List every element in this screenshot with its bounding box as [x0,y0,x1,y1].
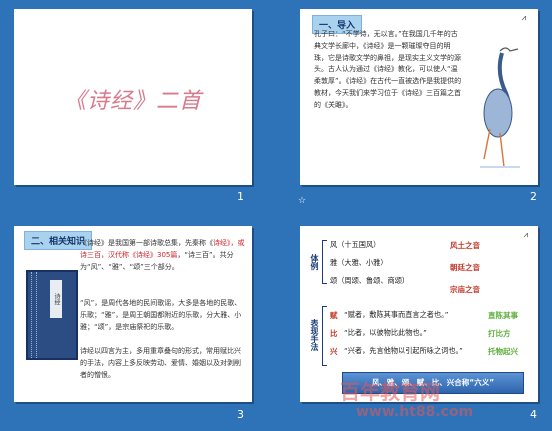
method-text: “赋者，敷陈其事而直言之者也。” [344,310,449,319]
genre-tag: 朝廷之音 [450,263,480,272]
knowledge-paragraph-3: 诗经以四言为主，多用重章叠句的形式，常用赋比兴的手法，内容上多反映劳动、爱情、婚… [80,347,241,379]
method-tag: 托物起兴 [488,347,518,356]
knowledge-paragraph-1: 《诗经》是我国第一部诗歌总集，先秦称《诗经》，或诗三百，汉代称《诗经》305篇，… [80,238,246,273]
genre-row: 雅（大雅、小雅） [330,258,388,267]
brace [322,240,327,284]
method-tag: 直陈其事 [488,311,518,320]
method-key: 比 [330,329,338,338]
slide-number: 4 [530,408,537,421]
knowledge-paragraph-2: “风”，是周代各地的民间歌谣，大多是各地的民歌、乐歌；“雅”，是周王朝国都附近的… [80,299,242,331]
genre-row: 风（十五国风） [330,240,381,249]
genre-row: 颂（周颂、鲁颂、商颂） [330,276,410,285]
genre-tag: 风土之音 [450,241,480,250]
intro-paragraph: 孔子曰：“不学诗，无以言。”在我国几千年的古典文学长廊中，《诗经》是一颗璀璨夺目… [314,30,462,109]
method-key: 赋 [330,311,338,320]
slide-3-thumbnail[interactable]: 二、相关知识 诗经 《诗经》是我国第一部诗歌总集，先秦称《诗经》，或诗三百，汉代… [14,226,252,402]
watermark-logo: 百年教育网 [340,380,440,404]
category-label: 体例 [310,254,319,270]
slide-title: 《诗经》二首 [63,89,202,114]
text-run: 《诗经》是我国第一部诗歌总集，先秦称《 [80,239,213,247]
slide-number: 2 [530,190,537,203]
book-illustration: 诗经 [26,270,78,360]
watermark-url: www.ht88.com [356,404,474,420]
book-binding [31,272,37,358]
book-label: 诗经 [50,280,62,318]
slide-number: 3 [237,408,244,421]
method-text: “兴者，先言他物以引起所咏之词也。” [344,346,463,355]
slide-1-thumbnail[interactable]: 《诗经》二首 [14,9,252,185]
slide-number: 1 [237,190,244,203]
brace [322,306,327,366]
method-key: 兴 [330,347,338,356]
star-icon: ☆ [298,196,307,206]
method-text: “比者，以彼物比此物也。” [344,328,427,337]
genre-tag: 宗庙之音 [450,285,480,294]
category-label: 表现手法 [310,319,319,351]
method-tag: 打比方 [488,329,511,338]
bird-icon: ⩘ [521,13,526,22]
slide-2-thumbnail[interactable]: 一、导入 孔子曰：“不学诗，无以言。”在我国几千年的古典文学长廊中，《诗经》是一… [300,9,538,185]
crane-illustration [480,47,520,168]
bird-icon: ⩘ [523,230,528,239]
